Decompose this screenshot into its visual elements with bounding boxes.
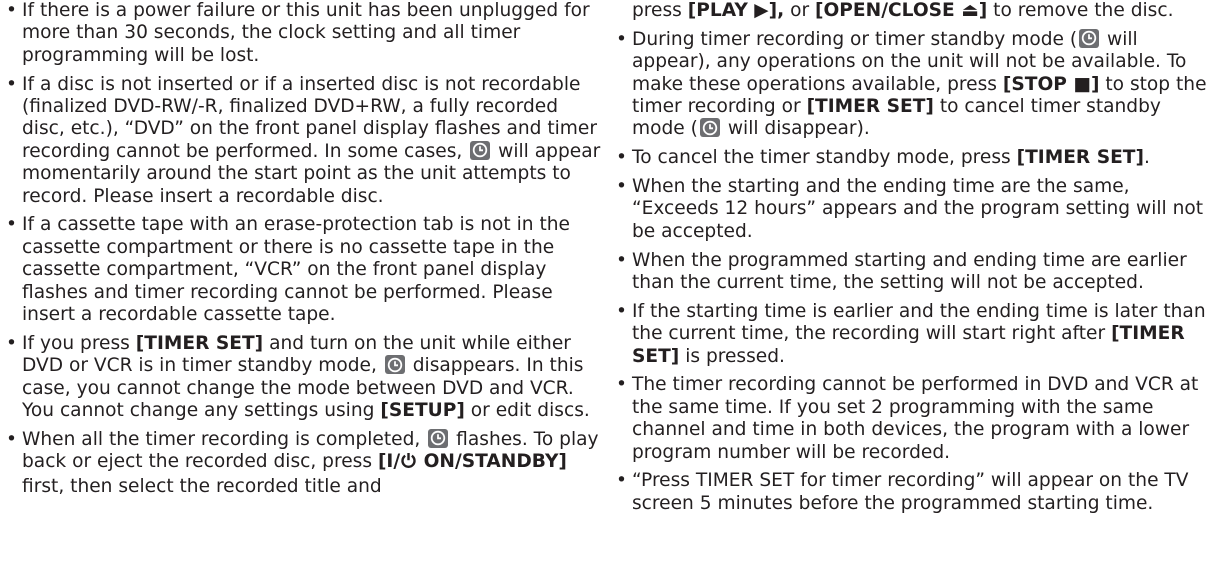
bullet-marker: • bbox=[6, 73, 17, 95]
bullet-item: • During timer recording or timer standby… bbox=[614, 28, 1210, 141]
bullet-marker: • bbox=[6, 214, 17, 236]
right-column: press [PLAY ▶], or [OPEN/CLOSE ⏏] to rem… bbox=[614, 0, 1210, 522]
button-reference: [SETUP] bbox=[380, 400, 465, 422]
bullet-item: • If a disc is not inserted or if a inser… bbox=[4, 74, 602, 208]
bullet-item: • If the starting time is earlier and the… bbox=[614, 301, 1210, 368]
text-run: If there is a power failure or this unit… bbox=[22, 0, 590, 66]
bullet-marker: • bbox=[6, 428, 17, 450]
bullet-item: • When all the timer recording is complet… bbox=[4, 428, 602, 498]
bullet-marker: • bbox=[616, 147, 627, 169]
button-reference: [PLAY ▶], bbox=[687, 0, 785, 21]
text-run: will disappear). bbox=[721, 118, 870, 140]
button-reference: ON/STANDBY] bbox=[417, 451, 567, 473]
left-column: • If there is a power failure or this uni… bbox=[4, 0, 602, 504]
text-run: or bbox=[784, 0, 815, 21]
text-run: press bbox=[632, 0, 688, 21]
button-reference: [TIMER SET] bbox=[1016, 147, 1144, 169]
text-run: To cancel the timer standby mode, press bbox=[632, 147, 1017, 169]
bullet-marker: • bbox=[616, 28, 627, 50]
bullet-item: • If a cassette tape with an erase-protec… bbox=[4, 214, 602, 326]
bullet-marker: • bbox=[616, 176, 627, 198]
text-run: The timer recording cannot be performed … bbox=[632, 374, 1199, 463]
bullet-marker: • bbox=[616, 374, 627, 396]
text-run: When the programmed starting and ending … bbox=[632, 249, 1187, 294]
text-run: to remove the disc. bbox=[987, 0, 1174, 21]
bullet-item: • When the programmed starting and ending… bbox=[614, 250, 1210, 295]
bullet-marker: • bbox=[616, 300, 627, 322]
bullet-marker: • bbox=[6, 332, 17, 354]
bullet-marker: • bbox=[6, 0, 17, 21]
button-reference: [STOP ■] bbox=[1002, 73, 1100, 95]
text-run: . bbox=[1143, 147, 1150, 169]
bullet-item: • To cancel the timer standby mode, press… bbox=[614, 147, 1210, 169]
timer-icon bbox=[699, 118, 720, 138]
bullet-item: • “Press TIMER SET for timer recording” w… bbox=[614, 470, 1210, 515]
text-run: During timer recording or timer standby … bbox=[632, 28, 1078, 50]
bullet-item: • If you press [TIMER SET] and turn on th… bbox=[4, 333, 602, 423]
button-reference: [TIMER SET] bbox=[806, 96, 934, 118]
bullet-item: • If there is a power failure or this uni… bbox=[4, 0, 602, 67]
power-icon bbox=[400, 452, 417, 475]
text-run: “Press TIMER SET for timer recording” wi… bbox=[632, 470, 1189, 514]
timer-icon bbox=[470, 140, 491, 160]
text-run: When the starting and the ending time ar… bbox=[632, 176, 1204, 242]
text-run: is pressed. bbox=[679, 345, 785, 367]
timer-icon bbox=[428, 428, 449, 448]
button-reference: [TIMER SET] bbox=[135, 332, 264, 354]
bullet-item: • When the starting and the ending time a… bbox=[614, 176, 1210, 243]
timer-icon bbox=[1079, 28, 1100, 48]
button-reference: [OPEN/CLOSE ⏏] bbox=[815, 0, 988, 21]
bullet-marker: • bbox=[616, 470, 627, 492]
text-run: If a cassette tape with an erase-protect… bbox=[22, 214, 570, 326]
text-run: or edit discs. bbox=[464, 400, 590, 422]
bullet-marker: • bbox=[616, 249, 627, 271]
button-reference: [I/ bbox=[377, 451, 401, 473]
bullet-item: • The timer recording cannot be performed… bbox=[614, 374, 1210, 464]
text-run: When all the timer recording is complete… bbox=[22, 428, 427, 450]
continued-text: press [PLAY ▶], or [OPEN/CLOSE ⏏] to rem… bbox=[614, 0, 1210, 22]
text-run: If you press bbox=[22, 332, 136, 354]
timer-icon bbox=[384, 355, 405, 375]
text-run: first, then select the recorded title an… bbox=[22, 475, 382, 497]
